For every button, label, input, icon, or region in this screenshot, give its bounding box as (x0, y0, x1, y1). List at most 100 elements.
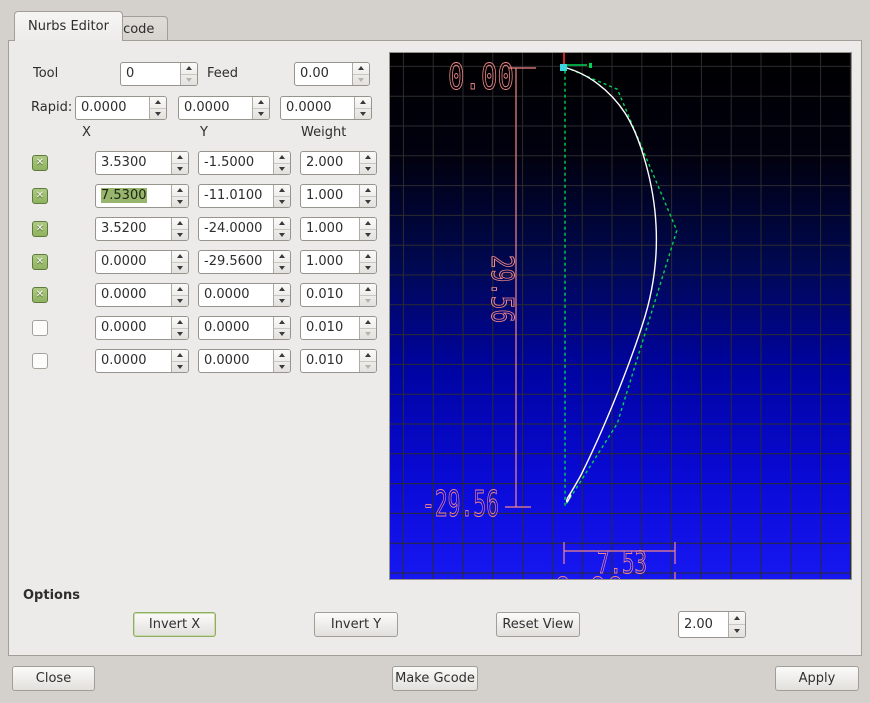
point-y-value[interactable]: 0.0000 (199, 317, 273, 339)
spin-up-button[interactable] (274, 317, 290, 328)
point-weight-spinbox[interactable]: 1.000 (300, 184, 377, 208)
spin-down-button[interactable] (181, 73, 197, 86)
point-enabled-checkbox[interactable]: ✕ (32, 155, 48, 171)
spin-down-button[interactable] (274, 327, 290, 340)
spin-up-button[interactable] (253, 97, 269, 108)
point-y-spinbox[interactable]: -11.0100 (198, 184, 291, 208)
rapid-x-value[interactable]: 0.0000 (76, 97, 149, 119)
spin-up-button[interactable] (172, 185, 188, 196)
point-weight-spinbox[interactable]: 1.000 (300, 250, 377, 274)
grid-size-spinbox[interactable]: 2.00 (678, 611, 746, 638)
spin-down-button[interactable] (274, 294, 290, 307)
point-x-spinbox[interactable]: 0.0000 (95, 349, 189, 373)
spin-up-button[interactable] (360, 317, 376, 328)
spin-up-button[interactable] (274, 185, 290, 196)
point-y-spinbox[interactable]: -1.5000 (198, 151, 291, 175)
spin-up-button[interactable] (172, 218, 188, 229)
spin-up-button[interactable] (274, 284, 290, 295)
point-x-spinbox[interactable]: 0.0000 (95, 316, 189, 340)
spin-down-button[interactable] (172, 360, 188, 373)
point-x-spinbox[interactable]: 3.5200 (95, 217, 189, 241)
spin-down-button[interactable] (360, 162, 376, 175)
point-x-value[interactable]: 7.5300 (96, 185, 171, 207)
point-y-spinbox[interactable]: 0.0000 (198, 316, 291, 340)
spin-down-button[interactable] (360, 228, 376, 241)
spin-up-button[interactable] (172, 251, 188, 262)
spin-down-button[interactable] (172, 261, 188, 274)
rapid-z-value[interactable]: 0.0000 (281, 97, 354, 119)
point-y-spinbox[interactable]: -24.0000 (198, 217, 291, 241)
point-y-value[interactable]: -11.0100 (199, 185, 273, 207)
point-weight-spinbox[interactable]: 1.000 (300, 217, 377, 241)
point-weight-spinbox[interactable]: 0.010 (300, 349, 377, 373)
point-y-spinbox[interactable]: -29.5600 (198, 250, 291, 274)
spin-up-button[interactable] (274, 350, 290, 361)
spin-down-button[interactable] (274, 228, 290, 241)
spin-down-button[interactable] (172, 294, 188, 307)
point-y-spinbox[interactable]: 0.0000 (198, 283, 291, 307)
spin-up-button[interactable] (360, 251, 376, 262)
spin-down-button[interactable] (253, 107, 269, 120)
invert-y-button[interactable]: Invert Y (314, 612, 398, 637)
point-weight-spinbox[interactable]: 0.010 (300, 283, 377, 307)
spin-up-button[interactable] (181, 63, 197, 74)
preview-plot[interactable]: 0.00 29.56 -29.56 7.53 0.00 (389, 52, 852, 580)
grid-size-value[interactable]: 2.00 (679, 612, 728, 637)
point-x-spinbox[interactable]: 3.5300 (95, 151, 189, 175)
spin-down-button[interactable] (360, 360, 376, 373)
spin-up-button[interactable] (729, 612, 745, 624)
apply-button[interactable]: Apply (775, 666, 859, 691)
spin-up-button[interactable] (274, 152, 290, 163)
spin-down-button[interactable] (172, 228, 188, 241)
spin-up-button[interactable] (360, 218, 376, 229)
spin-up-button[interactable] (172, 152, 188, 163)
point-y-value[interactable]: -29.5600 (199, 251, 273, 273)
point-weight-value[interactable]: 1.000 (301, 251, 359, 273)
spin-up-button[interactable] (172, 317, 188, 328)
spin-up-button[interactable] (360, 284, 376, 295)
tab-nurbs-editor[interactable]: Nurbs Editor (14, 11, 123, 41)
rapid-y-spinbox[interactable]: 0.0000 (178, 96, 270, 120)
point-enabled-checkbox[interactable]: ✕ (32, 287, 48, 303)
spin-down-button[interactable] (274, 195, 290, 208)
point-weight-spinbox[interactable]: 2.000 (300, 151, 377, 175)
reset-view-button[interactable]: Reset View (496, 612, 580, 637)
point-x-value[interactable]: 0.0000 (96, 284, 171, 306)
point-weight-value[interactable]: 1.000 (301, 218, 359, 240)
spin-down-button[interactable] (360, 261, 376, 274)
spin-up-button[interactable] (172, 284, 188, 295)
spin-down-button[interactable] (172, 195, 188, 208)
point-x-spinbox[interactable]: 7.5300 (95, 184, 189, 208)
spin-down-button[interactable] (172, 327, 188, 340)
start-point-marker[interactable] (560, 64, 567, 71)
point-enabled-checkbox[interactable]: ✕ (32, 188, 48, 204)
point-weight-value[interactable]: 2.000 (301, 152, 359, 174)
point-enabled-checkbox[interactable]: ✕ (32, 353, 48, 369)
point-weight-value[interactable]: 0.010 (301, 350, 359, 372)
point-x-spinbox[interactable]: 0.0000 (95, 283, 189, 307)
point-y-value[interactable]: -24.0000 (199, 218, 273, 240)
point-weight-value[interactable]: 1.000 (301, 185, 359, 207)
rapid-z-spinbox[interactable]: 0.0000 (280, 96, 372, 120)
spin-down-button[interactable] (274, 162, 290, 175)
spin-down-button[interactable] (274, 261, 290, 274)
spin-down-button[interactable] (729, 624, 745, 637)
point-weight-value[interactable]: 0.010 (301, 284, 359, 306)
point-x-value[interactable]: 3.5300 (96, 152, 171, 174)
point-x-spinbox[interactable]: 0.0000 (95, 250, 189, 274)
spin-up-button[interactable] (360, 185, 376, 196)
spin-up-button[interactable] (274, 218, 290, 229)
feed-value[interactable]: 0.00 (295, 63, 352, 85)
point-y-value[interactable]: 0.0000 (199, 350, 273, 372)
spin-up-button[interactable] (274, 251, 290, 262)
spin-up-button[interactable] (353, 63, 369, 74)
invert-x-button[interactable]: Invert X (133, 612, 216, 637)
point-enabled-checkbox[interactable]: ✕ (32, 221, 48, 237)
rapid-y-value[interactable]: 0.0000 (179, 97, 252, 119)
point-weight-spinbox[interactable]: 0.010 (300, 316, 377, 340)
point-x-value[interactable]: 0.0000 (96, 317, 171, 339)
point-y-value[interactable]: -1.5000 (199, 152, 273, 174)
spin-up-button[interactable] (150, 97, 166, 108)
spin-down-button[interactable] (355, 107, 371, 120)
spin-down-button[interactable] (274, 360, 290, 373)
